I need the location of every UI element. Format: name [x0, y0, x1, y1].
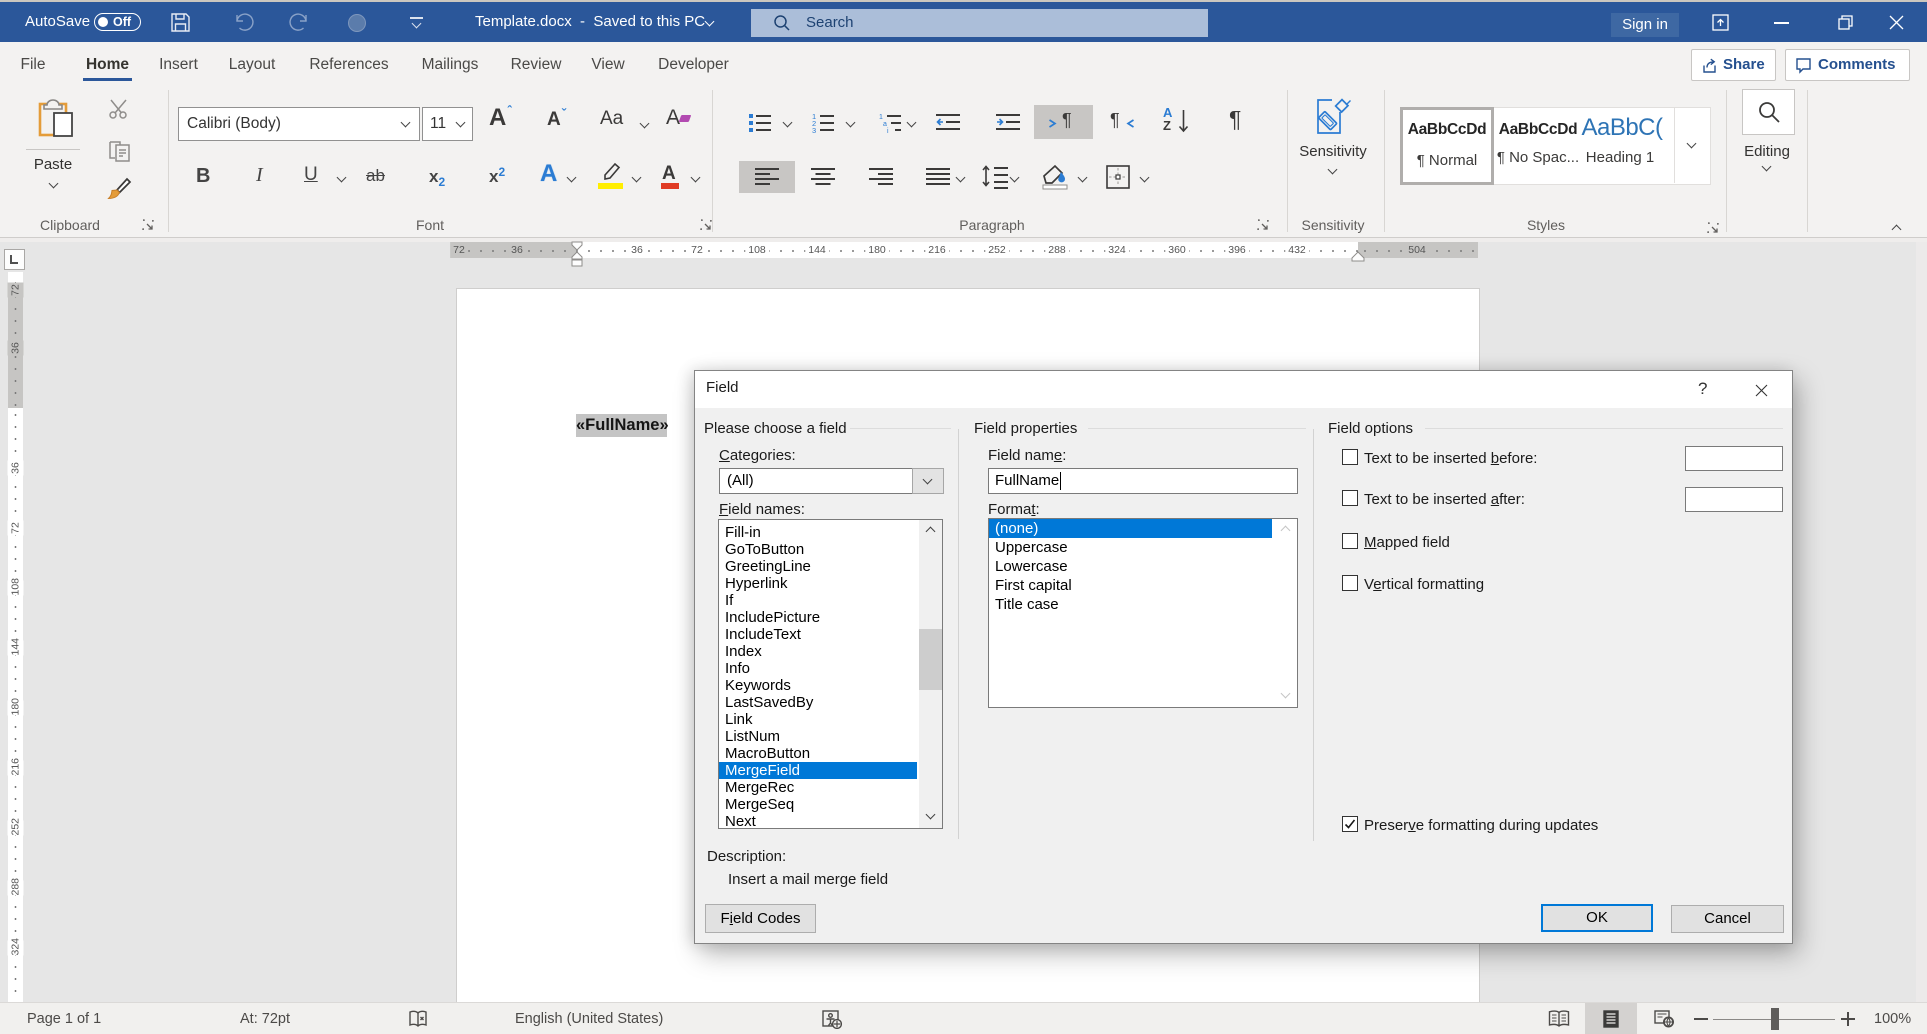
- svg-text:1: 1: [879, 114, 883, 121]
- svg-text:3: 3: [812, 126, 816, 133]
- svg-text:i: i: [887, 128, 889, 133]
- svg-text:a: a: [883, 121, 887, 128]
